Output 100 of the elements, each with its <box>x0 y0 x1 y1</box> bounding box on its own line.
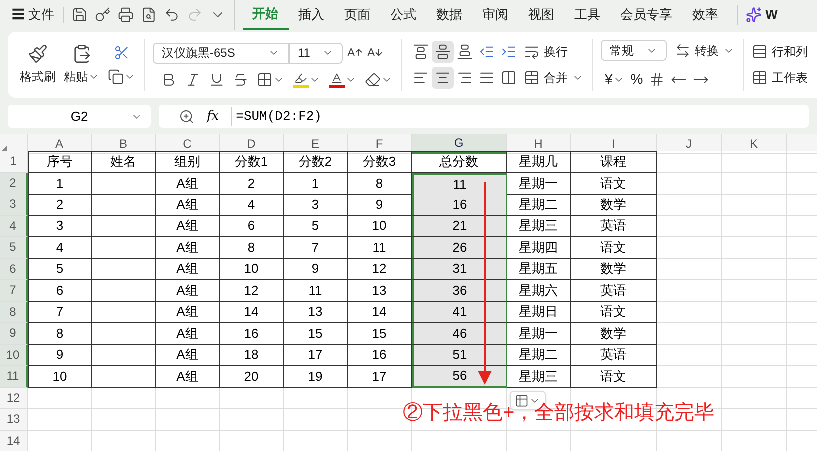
undo-icon[interactable] <box>164 7 180 23</box>
row-header[interactable]: 3 <box>0 194 28 216</box>
name-box[interactable]: G2 <box>8 105 151 128</box>
row-header[interactable]: 13 <box>0 409 28 430</box>
borders-icon[interactable] <box>257 72 273 88</box>
key-icon[interactable] <box>94 7 111 23</box>
strikethrough-icon[interactable] <box>233 72 249 88</box>
align-middle-icon[interactable] <box>432 41 454 63</box>
table-cell: 分数2 <box>284 151 348 172</box>
eraser-icon[interactable] <box>365 72 381 88</box>
merge-button[interactable]: 合并 <box>524 69 584 87</box>
row-header[interactable]: 11 <box>0 366 28 388</box>
formula-text[interactable]: =SUM(D2:F2) <box>231 106 322 126</box>
font-size-dropdown[interactable]: 11 <box>289 42 343 64</box>
worksheet-button[interactable]: 工作表 <box>752 69 808 87</box>
column-header[interactable]: K <box>722 134 787 154</box>
table-cell: 数学 <box>571 323 657 344</box>
font-color-icon[interactable] <box>329 72 345 88</box>
currency-button[interactable]: ¥ <box>605 69 625 90</box>
table-cell: 15 <box>284 323 348 344</box>
font-name-dropdown[interactable]: 汉仪旗黑-65S <box>153 42 289 64</box>
table-cell <box>657 344 722 366</box>
column-header[interactable]: G <box>412 134 507 154</box>
table-cell: 组别 <box>156 151 220 172</box>
table-cell: 1 <box>28 172 92 195</box>
row-header[interactable]: 2 <box>0 172 28 195</box>
row-header[interactable]: 12 <box>0 388 28 408</box>
file-menu[interactable]: ☰ 文件 <box>0 5 63 25</box>
menu-tab[interactable]: 数据 <box>426 0 473 30</box>
column-header[interactable]: J <box>657 134 722 154</box>
column-header[interactable]: C <box>156 134 220 154</box>
row-header[interactable]: 4 <box>0 216 28 237</box>
row-header[interactable]: 8 <box>0 302 28 323</box>
highlight-color-icon[interactable] <box>293 72 309 88</box>
column-header[interactable]: E <box>284 134 348 154</box>
underline-icon[interactable] <box>209 72 225 88</box>
italic-icon[interactable] <box>185 72 201 88</box>
menu-tab[interactable]: 视图 <box>518 0 565 30</box>
wrap-text-button[interactable]: 换行 <box>524 43 568 61</box>
table-cell: 语文 <box>571 302 657 323</box>
table-cell: 11 <box>412 172 507 195</box>
column-header[interactable]: H <box>507 134 571 154</box>
copy-icon[interactable] <box>108 69 124 85</box>
align-center-icon[interactable] <box>432 67 454 89</box>
table-cell: 16 <box>412 194 507 216</box>
number-format-dropdown[interactable]: 常规 <box>601 40 667 61</box>
format-painter-button[interactable]: 格式刷 <box>20 68 56 86</box>
column-header[interactable]: D <box>220 134 284 154</box>
column-header[interactable]: B <box>92 134 156 154</box>
print-icon[interactable] <box>118 7 134 23</box>
paste-icon[interactable] <box>72 44 92 64</box>
table-cell <box>722 216 787 237</box>
table-cell: A组 <box>156 366 220 388</box>
table-cell <box>722 344 787 366</box>
table-cell <box>657 302 722 323</box>
table-cell: 26 <box>412 237 507 258</box>
save-icon[interactable] <box>72 7 88 23</box>
table-cell <box>722 172 787 195</box>
table-cell: A组 <box>156 258 220 280</box>
menu-tab[interactable]: 会员专享 <box>610 0 683 30</box>
row-header[interactable]: 7 <box>0 280 28 302</box>
rows-columns-button[interactable]: 行和列 <box>752 43 808 61</box>
row-header[interactable]: 10 <box>0 344 28 366</box>
paste-button[interactable]: 粘贴 <box>64 68 100 86</box>
menu-tab[interactable]: 开始 <box>242 0 289 30</box>
row-header[interactable]: 6 <box>0 258 28 280</box>
row-header[interactable]: 5 <box>0 237 28 258</box>
menu-tab[interactable]: 工具 <box>564 0 611 30</box>
convert-arrows-icon <box>675 42 691 58</box>
percent-button[interactable]: % <box>630 69 644 90</box>
table-cell <box>92 216 156 237</box>
table-cell <box>92 237 156 258</box>
zoom-icon[interactable] <box>179 108 195 124</box>
table-cell: 19 <box>284 366 348 388</box>
row-header[interactable]: 1 <box>0 151 28 172</box>
row-header[interactable]: 9 <box>0 323 28 344</box>
fx-label[interactable]: fx <box>207 106 220 126</box>
menu-tab[interactable]: 页面 <box>334 0 381 30</box>
table-cell: 9 <box>28 344 92 366</box>
table-cell <box>92 194 156 216</box>
print-preview-icon[interactable] <box>140 7 157 23</box>
menu-tab[interactable]: 审阅 <box>472 0 519 30</box>
table-cell: 12 <box>220 280 284 302</box>
table-cell: 31 <box>412 258 507 280</box>
menu-tab[interactable]: 插入 <box>288 0 335 30</box>
cut-icon[interactable] <box>114 45 130 61</box>
format-painter-icon[interactable] <box>28 44 48 64</box>
ai-logo-icon[interactable] <box>746 7 762 23</box>
menu-tab[interactable]: 效率 <box>682 0 729 30</box>
column-header[interactable]: I <box>571 134 657 154</box>
table-cell: 3 <box>284 194 348 216</box>
column-header[interactable]: A <box>28 134 92 154</box>
menu-tab[interactable]: 公式 <box>380 0 427 30</box>
convert-button[interactable]: 转换 <box>675 42 735 60</box>
table-cell <box>722 323 787 344</box>
row-header[interactable]: 14 <box>0 430 28 451</box>
table-cell: A组 <box>156 344 220 366</box>
thousands-separator-icon[interactable] <box>649 72 666 88</box>
table-cell: 46 <box>412 323 507 344</box>
table-cell <box>92 280 156 302</box>
